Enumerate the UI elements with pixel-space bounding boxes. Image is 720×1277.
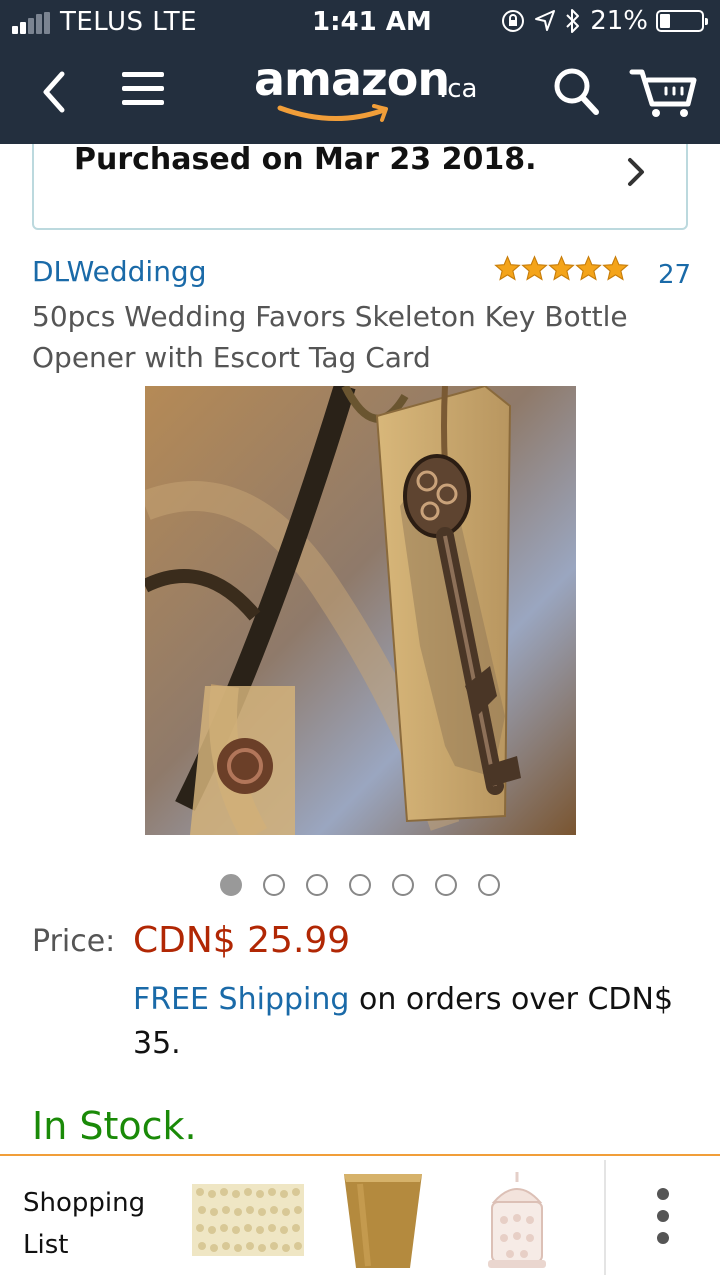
status-time: 1:41 AM [312, 7, 432, 37]
navigation-bar: amazon .ca [0, 46, 720, 144]
signal-strength-icon [12, 12, 54, 34]
carrier-label: TELUS LTE [60, 7, 198, 37]
chevron-right-icon [628, 158, 644, 186]
gold-cup-thumbnail[interactable] [338, 1170, 428, 1270]
logo-smile-icon [277, 104, 388, 122]
shipping-info: FREE Shipping on orders over CDN$ 35. [133, 978, 693, 1066]
orientation-lock-icon [502, 10, 525, 32]
status-bar: TELUS LTE 1:41 AM 21% [0, 0, 720, 46]
price-label: Price: [32, 924, 116, 959]
carousel-dot[interactable] [478, 874, 500, 896]
brand-link[interactable]: DLWeddingg [32, 255, 206, 288]
star-icon [494, 255, 521, 281]
carousel-dot[interactable] [349, 874, 371, 896]
carousel-dot[interactable] [306, 874, 328, 896]
shopping-list-label-line2: List [23, 1230, 69, 1260]
product-title: 50pcs Wedding Favors Skeleton Key Bottle… [32, 300, 628, 374]
star-icon [575, 255, 602, 281]
availability-status: In Stock. [32, 1104, 197, 1148]
logo-wordmark: amazon [254, 52, 450, 106]
shopping-list-bar: Shopping List [0, 1154, 720, 1277]
image-carousel-dots[interactable] [220, 874, 500, 896]
shopping-list-label[interactable]: Shopping List [23, 1182, 145, 1266]
app-header: TELUS LTE 1:41 AM 21% amazon .ca [0, 0, 720, 144]
status-indicators: 21% [500, 6, 708, 36]
pearl-strands-thumbnail[interactable] [190, 1170, 306, 1270]
product-image[interactable] [145, 386, 576, 835]
bar-divider [604, 1160, 606, 1275]
logo-country-domain: .ca [439, 74, 478, 104]
star-icon [602, 255, 629, 281]
hamburger-menu-icon[interactable] [122, 70, 166, 110]
more-options-icon[interactable] [655, 1188, 671, 1248]
star-rating[interactable] [494, 255, 629, 282]
carousel-dot[interactable] [435, 874, 457, 896]
bluetooth-icon [566, 9, 580, 33]
battery-percent: 21% [590, 6, 648, 36]
amazon-logo[interactable]: amazon .ca [254, 52, 484, 132]
shopping-list-label-line1: Shopping [23, 1188, 146, 1218]
price-value: CDN$ 25.99 [133, 920, 351, 961]
purchased-date-text: Purchased on Mar 23 2018. [74, 142, 537, 177]
star-icon [548, 255, 575, 281]
cart-icon[interactable] [628, 66, 698, 120]
search-icon[interactable] [550, 64, 602, 118]
free-shipping-link[interactable]: FREE Shipping [133, 982, 349, 1017]
battery-icon [656, 10, 708, 32]
back-arrow-icon[interactable] [34, 64, 74, 120]
rating-count-link[interactable]: 27 [658, 260, 691, 290]
carousel-dot[interactable] [263, 874, 285, 896]
carousel-dot[interactable] [220, 874, 242, 896]
star-icon [521, 255, 548, 281]
carousel-dot[interactable] [392, 874, 414, 896]
birdcage-candle-holder-thumbnail[interactable] [482, 1170, 552, 1270]
location-arrow-icon [535, 10, 556, 31]
